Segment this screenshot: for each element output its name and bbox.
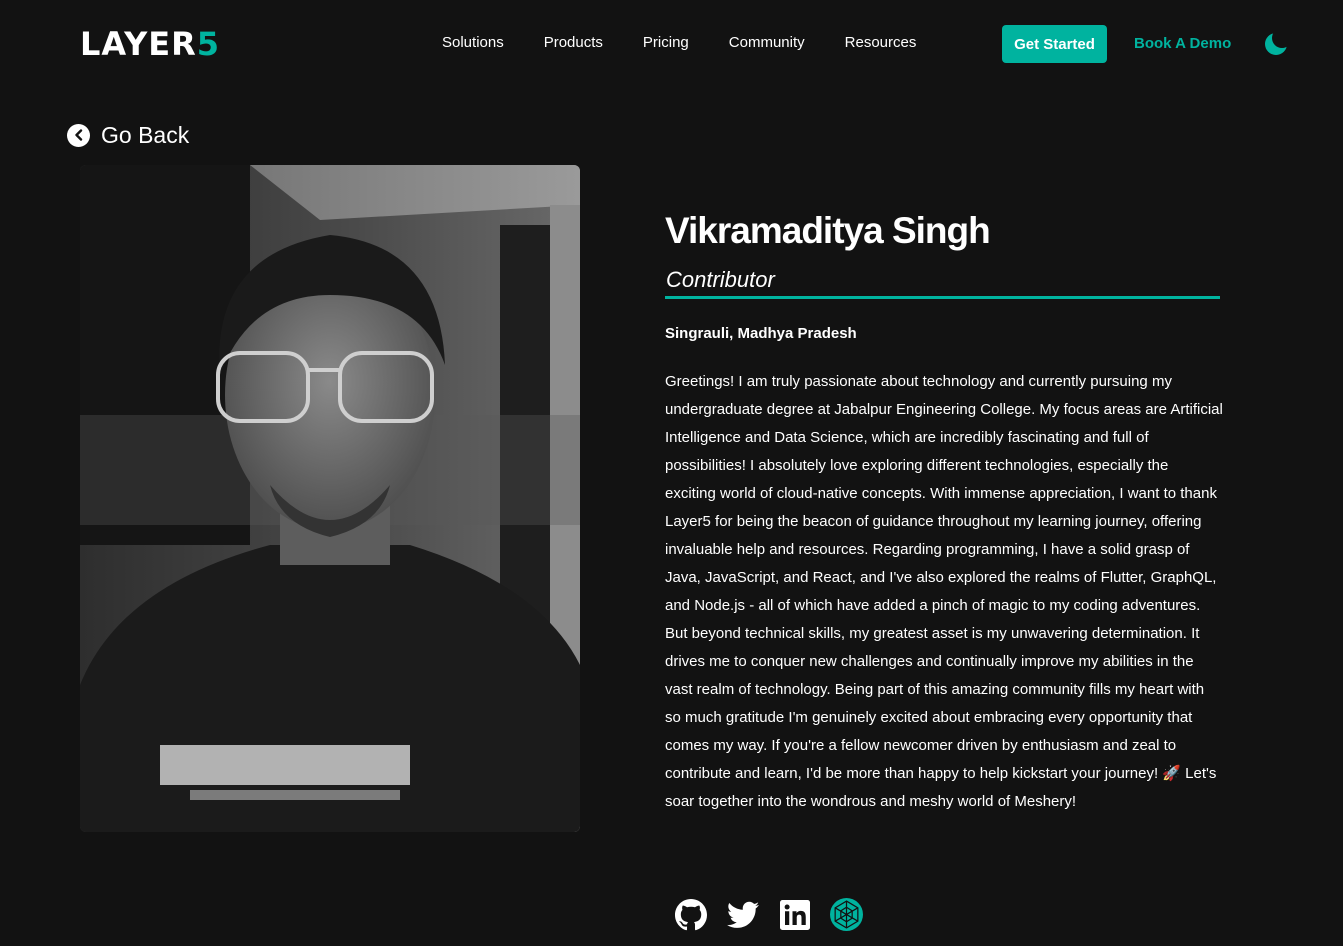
go-back-link[interactable]: Go Back: [67, 121, 189, 149]
nav-community[interactable]: Community: [729, 34, 805, 52]
chevron-left-icon: [67, 123, 90, 147]
github-icon[interactable]: [674, 898, 707, 931]
profile-bio: Greetings! I am truly passionate about t…: [665, 373, 1223, 810]
role-divider: [665, 296, 1220, 299]
linkedin-icon[interactable]: [778, 898, 811, 931]
moon-icon[interactable]: [1264, 30, 1290, 56]
nav-solutions[interactable]: Solutions: [442, 34, 504, 52]
profile-location: Singrauli, Madhya Pradesh: [665, 325, 857, 342]
meshery-icon[interactable]: [830, 898, 863, 931]
profile-name: Vikramaditya Singh: [665, 210, 991, 251]
get-started-button[interactable]: Get Started: [1002, 25, 1107, 63]
book-demo-link[interactable]: Book A Demo: [1134, 34, 1231, 54]
profile-photo: [80, 165, 580, 832]
nav-pricing[interactable]: Pricing: [643, 34, 689, 52]
nav-products[interactable]: Products: [544, 34, 603, 52]
logo-accent: 5: [196, 25, 221, 63]
layer5-logo[interactable]: LAYER5: [80, 28, 220, 60]
social-links: [674, 898, 863, 931]
twitter-icon[interactable]: [726, 898, 759, 931]
logo-text: LAYER: [80, 25, 197, 63]
profile-role: Contributor: [666, 267, 775, 292]
nav-resources[interactable]: Resources: [845, 34, 917, 52]
main-nav: Solutions Products Pricing Community Res…: [442, 34, 916, 52]
go-back-label: Go Back: [101, 122, 190, 148]
